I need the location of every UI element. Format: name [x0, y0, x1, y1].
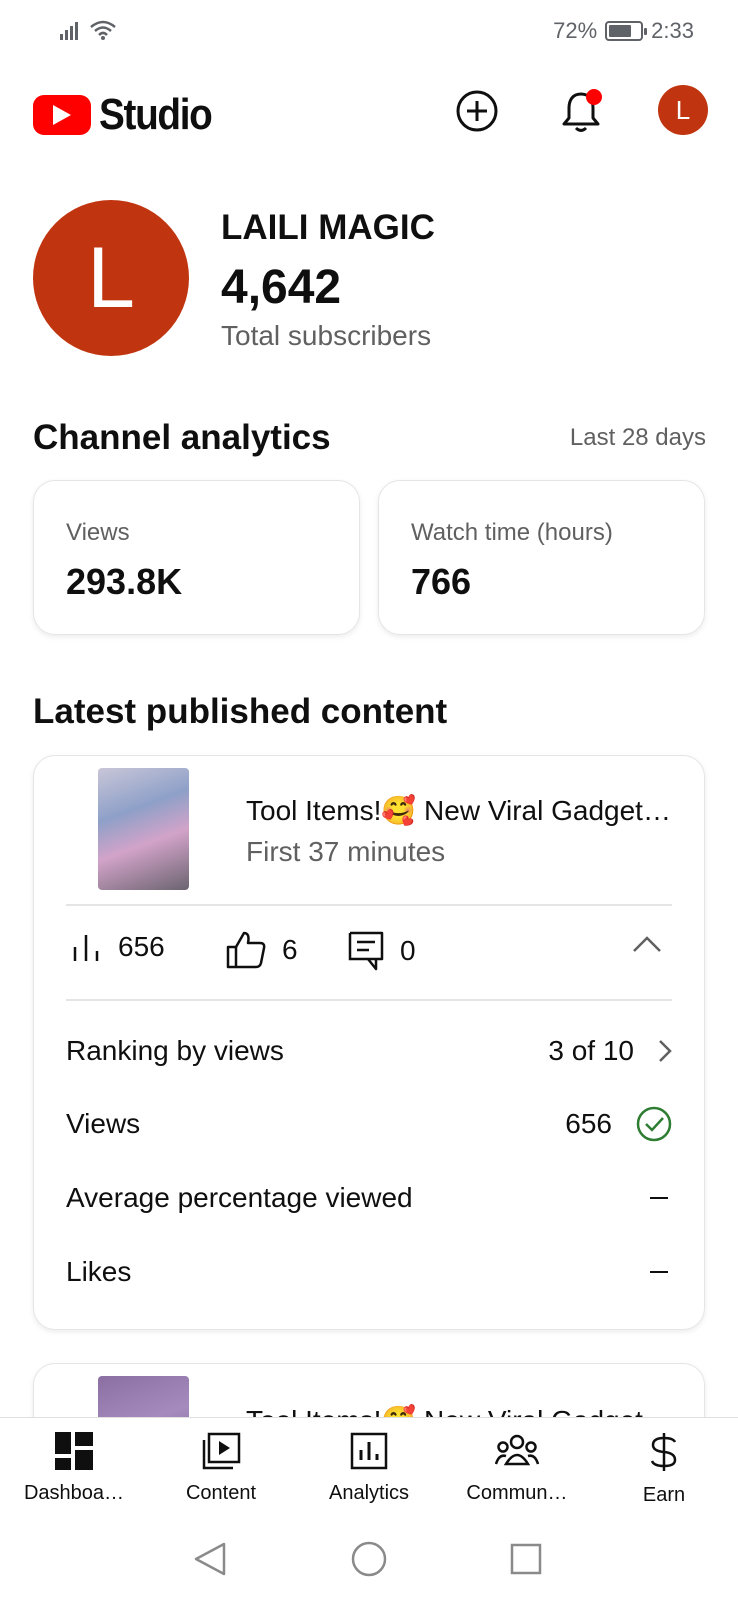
notifications-button[interactable]	[556, 86, 606, 136]
empty-value-dash	[650, 1197, 668, 1199]
content-icon	[202, 1432, 241, 1470]
analytics-period: Last 28 days	[569, 424, 706, 451]
views-card-label: Views	[66, 519, 130, 546]
collapse-button[interactable]	[632, 935, 662, 958]
nav-community-label: Commun…	[466, 1482, 568, 1504]
avg-percentage-row: Average percentage viewed	[66, 1168, 672, 1228]
app-header: Studio L	[0, 80, 738, 142]
views-row-label: Views	[66, 1108, 141, 1139]
metric-comments-value: 0	[400, 935, 416, 966]
youtube-play-icon	[33, 95, 91, 135]
likes-row: Likes	[66, 1242, 672, 1302]
latest-content-title: Latest published content	[33, 692, 448, 731]
system-navigation	[0, 1517, 738, 1600]
empty-value-dash	[650, 1271, 668, 1273]
video-thumbnail[interactable]	[98, 768, 189, 890]
views-card[interactable]: Views 293.8K	[33, 480, 360, 635]
watch-time-card[interactable]: Watch time (hours) 766	[378, 480, 705, 635]
app-name: Studio	[99, 90, 213, 139]
nav-dashboard-label: Dashboa…	[23, 1482, 125, 1504]
nav-analytics[interactable]: Analytics	[299, 1432, 439, 1505]
system-home-button[interactable]	[347, 1537, 391, 1581]
metric-views-value: 656	[118, 931, 165, 962]
youtube-studio-logo: Studio	[33, 90, 227, 140]
create-button[interactable]	[452, 86, 502, 136]
system-recents-button[interactable]	[504, 1537, 548, 1581]
nav-earn[interactable]: Earn	[594, 1432, 734, 1507]
views-card-value: 293.8K	[66, 561, 183, 602]
nav-dashboard[interactable]: Dashboa…	[4, 1432, 144, 1505]
channel-avatar: L	[33, 200, 189, 356]
subscriber-label: Total subscribers	[221, 320, 432, 351]
channel-name: LAILI MAGIC	[221, 208, 435, 247]
battery-percent: 72%	[553, 18, 598, 43]
comment-icon	[348, 931, 384, 971]
back-triangle-icon	[194, 1542, 226, 1576]
system-back-button[interactable]	[188, 1537, 232, 1581]
status-right: 72% 2:33	[553, 18, 694, 44]
divider	[66, 904, 672, 906]
ranking-value: 3 of 10	[548, 1035, 634, 1066]
likes-row-label: Likes	[66, 1256, 132, 1287]
video-timeframe: First 37 minutes	[246, 836, 446, 867]
subscriber-count: 4,642	[221, 261, 342, 314]
notification-dot	[586, 89, 602, 105]
account-avatar[interactable]: L	[658, 85, 708, 135]
ranking-row[interactable]: Ranking by views 3 of 10	[66, 1021, 672, 1081]
chevron-up-icon	[633, 936, 661, 952]
views-row: Views 656	[66, 1094, 672, 1154]
metric-comments: 0	[348, 931, 416, 971]
signal-icon	[60, 22, 78, 40]
video-title[interactable]: Tool Items!🥰 New Viral Gadget…	[246, 794, 676, 827]
nav-community[interactable]: Commun…	[447, 1432, 587, 1505]
divider	[66, 999, 672, 1001]
thumbs-up-icon	[226, 931, 266, 969]
bar-chart-icon	[73, 935, 99, 961]
nav-analytics-label: Analytics	[328, 1482, 410, 1504]
bottom-navigation: Dashboa… Content Analytics Commun… Earn	[0, 1417, 738, 1517]
status-bar: 72% 2:33	[0, 0, 738, 64]
bell-icon	[562, 89, 602, 132]
check-circle-icon	[636, 1106, 672, 1142]
nav-content-label: Content	[185, 1482, 257, 1504]
metric-likes-value: 6	[282, 934, 298, 965]
add-circle-icon	[456, 90, 498, 132]
status-left	[60, 20, 116, 40]
latest-video-card: Tool Items!🥰 New Viral Gadget… First 37 …	[33, 755, 705, 1330]
watch-time-card-value: 766	[411, 561, 472, 602]
avg-percentage-label: Average percentage viewed	[66, 1182, 413, 1213]
analytics-icon	[350, 1432, 388, 1470]
wifi-icon	[90, 20, 116, 40]
metric-likes: 6	[226, 931, 298, 969]
views-row-value: 656	[565, 1108, 612, 1139]
community-icon	[495, 1434, 539, 1466]
home-circle-icon	[351, 1541, 387, 1577]
channel-analytics-title: Channel analytics	[33, 418, 331, 457]
chevron-right-icon	[659, 1040, 672, 1062]
nav-earn-label: Earn	[642, 1484, 686, 1506]
channel-summary: L LAILI MAGIC 4,642 Total subscribers	[33, 200, 713, 360]
dashboard-icon	[55, 1432, 93, 1470]
video-metrics: 656 6 0	[66, 911, 672, 991]
battery-icon	[605, 21, 648, 41]
nav-content[interactable]: Content	[151, 1432, 291, 1505]
battery-fill	[609, 25, 631, 37]
earn-icon	[650, 1433, 677, 1471]
recents-square-icon	[510, 1543, 542, 1575]
ranking-label: Ranking by views	[66, 1035, 284, 1066]
metric-views: 656	[72, 931, 165, 963]
watch-time-card-label: Watch time (hours)	[411, 519, 613, 546]
clock: 2:33	[651, 18, 694, 43]
